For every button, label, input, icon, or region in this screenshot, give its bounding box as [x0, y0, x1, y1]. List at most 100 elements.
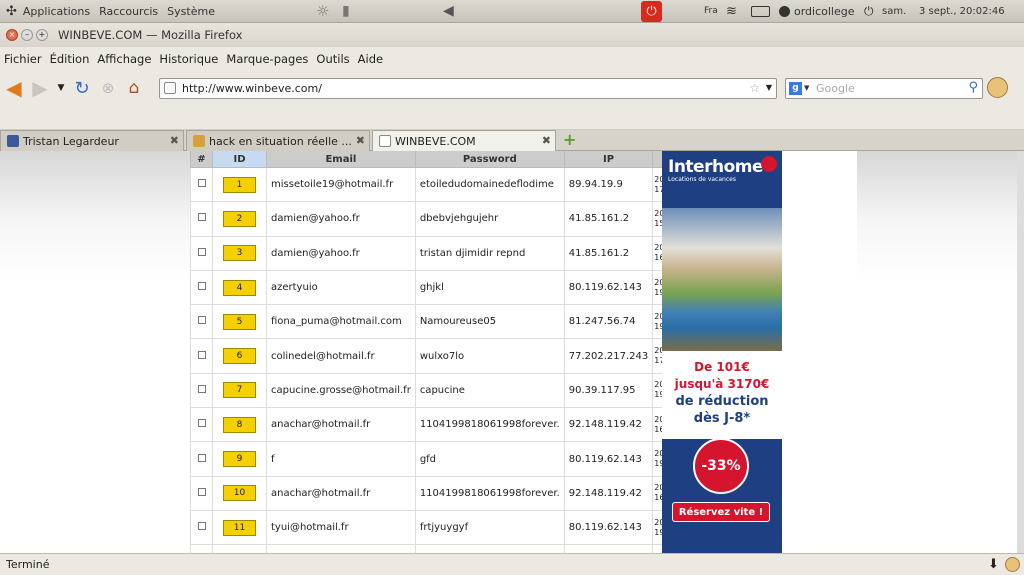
- user-name[interactable]: ordicollege: [794, 5, 855, 18]
- reload-icon[interactable]: ↻: [70, 76, 94, 100]
- menu-outils[interactable]: Outils: [316, 52, 349, 66]
- volume-icon[interactable]: ◀: [443, 3, 454, 19]
- id-badge[interactable]: 1: [223, 176, 256, 193]
- id-badge[interactable]: 2: [223, 210, 256, 227]
- address-bar[interactable]: http://www.winbeve.com/ ☆ ▼: [159, 78, 777, 99]
- row-checkbox[interactable]: [197, 522, 206, 531]
- password-cell: dbebvjehgujehr: [414, 201, 565, 237]
- close-tab-icon[interactable]: ✖: [356, 134, 365, 147]
- header-email[interactable]: Email: [266, 151, 416, 168]
- menu-edition[interactable]: Édition: [50, 52, 90, 66]
- ad-line-3: de réduction: [675, 394, 769, 409]
- id-badge[interactable]: 6: [223, 348, 256, 365]
- network-icon[interactable]: ≋: [726, 4, 737, 19]
- battery-icon[interactable]: [751, 6, 770, 17]
- menu-historique[interactable]: Historique: [159, 52, 218, 66]
- close-tab-icon[interactable]: ✖: [542, 134, 551, 147]
- id-badge[interactable]: 10: [223, 485, 256, 502]
- email-cell: [266, 544, 416, 553]
- gnome-foot-icon[interactable]: ✣: [6, 4, 17, 19]
- ad-offer: De 101€ jusqu'à 3170€ de réduction dès J…: [662, 351, 782, 439]
- maximize-window-icon[interactable]: +: [36, 29, 48, 41]
- forward-icon[interactable]: ▶: [28, 76, 52, 100]
- user-icon[interactable]: [779, 6, 790, 17]
- back-icon[interactable]: ◀: [2, 76, 26, 100]
- search-bar[interactable]: g ▼ Google ⚲: [785, 78, 983, 99]
- header-id[interactable]: ID: [212, 151, 267, 168]
- row-select-cell: [190, 372, 213, 409]
- bookmarks-toolbar: [0, 105, 1024, 130]
- tab-winbeve[interactable]: WINBEVE.COM ✖: [372, 130, 556, 151]
- header-ip[interactable]: IP: [563, 151, 654, 168]
- keyboard-layout[interactable]: Fra: [704, 6, 718, 16]
- row-checkbox[interactable]: [197, 419, 206, 428]
- ip-cell: [563, 544, 654, 553]
- close-tab-icon[interactable]: ✖: [170, 134, 179, 147]
- search-magnifier-icon[interactable]: ⚲: [968, 80, 978, 95]
- id-badge[interactable]: 11: [223, 519, 256, 536]
- row-checkbox[interactable]: [197, 282, 206, 291]
- id-badge[interactable]: 3: [223, 245, 256, 262]
- system-menu[interactable]: Système: [167, 5, 215, 18]
- bookmark-star-icon[interactable]: ☆: [749, 81, 760, 95]
- trash-icon[interactable]: ▮: [342, 3, 350, 19]
- header-password[interactable]: Password: [414, 151, 565, 168]
- shortcuts-menu[interactable]: Raccourcis: [99, 5, 158, 18]
- new-tab-icon[interactable]: +: [563, 130, 576, 149]
- menu-fichier[interactable]: Fichier: [4, 52, 42, 66]
- id-badge[interactable]: 4: [223, 279, 256, 296]
- minimize-window-icon[interactable]: –: [21, 29, 33, 41]
- engine-dropdown-icon[interactable]: ▼: [804, 84, 809, 92]
- row-checkbox[interactable]: [197, 453, 206, 462]
- email-cell: damien@yahoo.fr: [266, 235, 416, 271]
- window-titlebar[interactable]: × – + WINBEVE.COM — Mozilla Firefox: [0, 23, 1024, 47]
- table-row: 2 damien@yahoo.fr dbebvjehgujehr 41.85.161.…: [190, 201, 670, 237]
- ip-cell: 41.85.161.2: [563, 235, 654, 271]
- ad-discount-badge: -33%: [693, 438, 749, 494]
- id-cell: 3: [212, 235, 267, 271]
- vertical-scrollbar[interactable]: [1017, 151, 1024, 553]
- row-checkbox[interactable]: [197, 487, 206, 496]
- interhome-ad-banner[interactable]: Interhome Locations de vacances De 101€ …: [662, 151, 782, 553]
- menu-marque-pages[interactable]: Marque-pages: [226, 52, 308, 66]
- id-badge[interactable]: 7: [223, 382, 256, 399]
- home-icon[interactable]: ⌂: [122, 76, 146, 100]
- id-badge[interactable]: 8: [223, 416, 256, 433]
- row-checkbox[interactable]: [197, 247, 206, 256]
- row-checkbox[interactable]: [197, 350, 206, 359]
- clock[interactable]: sam. 3 sept., 20:02:46: [882, 6, 1005, 17]
- session-power-icon[interactable]: ⏻: [864, 4, 874, 19]
- id-badge[interactable]: 5: [223, 313, 256, 330]
- close-window-icon[interactable]: ×: [6, 29, 18, 41]
- download-icon[interactable]: ⬇: [988, 557, 999, 572]
- url-dropdown-icon[interactable]: ▼: [766, 83, 772, 92]
- tab-hack[interactable]: hack en situation réelle ... ✖: [186, 130, 370, 151]
- ad-reserve-button[interactable]: Réservez vite !: [672, 502, 770, 522]
- ip-cell: 89.94.19.9: [563, 166, 654, 203]
- tab-facebook[interactable]: Tristan Legardeur ✖: [0, 130, 184, 151]
- credentials-table: # ID Email Password IP 1 missetoile19@hot…: [190, 151, 670, 553]
- email-cell: damien@yahoo.fr: [266, 201, 416, 237]
- greasemonkey-icon[interactable]: [987, 77, 1008, 98]
- row-select-cell: [190, 269, 213, 306]
- id-badge[interactable]: 9: [223, 451, 256, 468]
- table-row: 5 fiona_puma@hotmail.com Namoureuse05 81.24…: [190, 304, 670, 340]
- history-dropdown-icon[interactable]: ▼: [54, 76, 68, 100]
- addon-icon[interactable]: [1005, 557, 1020, 572]
- password-cell: capucine: [414, 372, 565, 409]
- stop-icon[interactable]: ⊗: [96, 76, 120, 100]
- row-checkbox[interactable]: [197, 179, 206, 188]
- menu-aide[interactable]: Aide: [358, 52, 383, 66]
- ad-line-4: dès J-8*: [693, 411, 751, 426]
- site-identity-icon[interactable]: [164, 82, 176, 94]
- row-checkbox[interactable]: [197, 316, 206, 325]
- row-checkbox[interactable]: [197, 213, 206, 222]
- power-button-icon[interactable]: ⏻: [641, 1, 662, 22]
- row-select-cell: [190, 441, 213, 477]
- row-checkbox[interactable]: [197, 384, 206, 393]
- weather-icon[interactable]: ☼: [316, 2, 329, 20]
- applications-menu[interactable]: Applications: [23, 5, 90, 18]
- menu-affichage[interactable]: Affichage: [97, 52, 151, 66]
- ad-line-2: jusqu'à 3170€: [674, 377, 770, 391]
- google-engine-icon[interactable]: g: [789, 82, 802, 95]
